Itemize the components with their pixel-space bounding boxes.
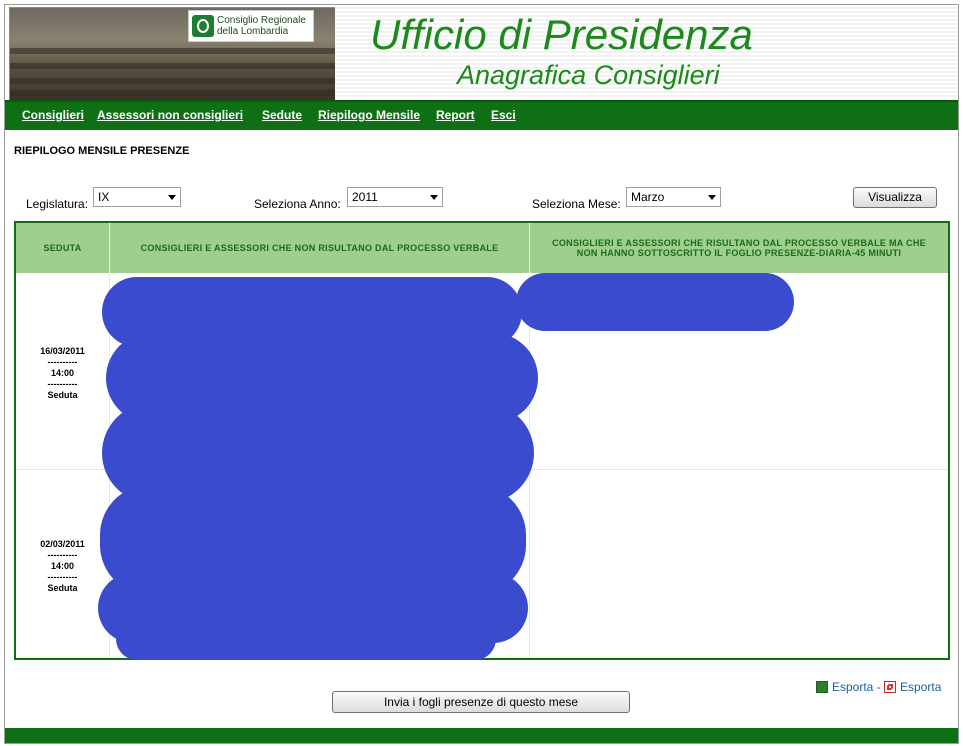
presence-table: SEDUTA CONSIGLIERI E ASSESSORI CHE NON R… [14, 221, 950, 660]
legislatura-value: IX [98, 190, 110, 204]
pdf-icon[interactable] [884, 681, 897, 693]
excel-icon[interactable] [816, 681, 828, 693]
chevron-down-icon [708, 195, 716, 200]
chevron-down-icon [430, 195, 438, 200]
nav-esci[interactable]: Esci [491, 108, 516, 122]
footer-bar [5, 728, 958, 743]
nav-riepilogo-mensile[interactable]: Riepilogo Mensile [318, 108, 420, 122]
redacted-area [516, 273, 794, 331]
legislatura-select[interactable]: IX [93, 187, 181, 207]
seduta-date: 16/03/2011 [40, 346, 85, 356]
mese-select[interactable]: Marzo [626, 187, 721, 207]
rosa-camuna-icon [192, 15, 214, 37]
nav-assessori-non-consiglieri[interactable]: Assessori non consiglieri [97, 108, 243, 122]
visualizza-button[interactable]: Visualizza [853, 187, 937, 208]
export-separator: - [876, 680, 881, 694]
seduta-cell[interactable]: 16/03/2011 ---------- 14:00 ---------- S… [16, 346, 109, 401]
seduta-cell[interactable]: 02/03/2011 ---------- 14:00 ---------- S… [16, 539, 109, 594]
section-title: RIEPILOGO MENSILE PRESENZE [14, 145, 190, 157]
logo-line2: della Lombardia [217, 26, 289, 37]
seduta-type: Seduta [47, 390, 78, 400]
legislatura-label: Legislatura: [26, 197, 89, 211]
anno-value: 2011 [352, 190, 378, 204]
main-nav: Consiglieri Assessori non consiglieri Se… [5, 100, 958, 130]
anno-label: Seleziona Anno: [254, 197, 341, 211]
seduta-time: 14:00 [50, 561, 75, 571]
export-pdf-link[interactable]: Esporta [900, 680, 941, 694]
seduta-date: 02/03/2011 [40, 539, 85, 549]
separator: ---------- [47, 379, 78, 389]
seduta-time: 14:00 [50, 368, 75, 378]
separator: ---------- [47, 357, 78, 367]
logo-line1: Consiglio Regionale [217, 15, 306, 26]
page-subtitle: Anagrafica Consiglieri [457, 60, 720, 90]
separator: ---------- [47, 550, 78, 560]
col-non-risultano-header: CONSIGLIERI E ASSESSORI CHE NON RISULTAN… [110, 223, 529, 273]
col-seduta-header: SEDUTA [16, 223, 109, 273]
mese-label: Seleziona Mese: [532, 197, 621, 211]
chevron-down-icon [168, 195, 176, 200]
nav-report[interactable]: Report [436, 108, 475, 122]
mese-value: Marzo [631, 190, 665, 204]
seduta-type: Seduta [47, 583, 78, 593]
app-window: Consiglio Regionale della Lombardia Uffi… [4, 4, 959, 744]
redacted-area [116, 618, 496, 660]
anno-select[interactable]: 2011 [347, 187, 443, 207]
header-banner: Consiglio Regionale della Lombardia Uffi… [5, 5, 958, 101]
filter-bar: Legislatura: IX Seleziona Anno: 2011 Sel… [5, 185, 958, 213]
nav-consiglieri[interactable]: Consiglieri [22, 108, 84, 122]
export-links: Esporta - Esporta [816, 680, 941, 694]
separator: ---------- [47, 572, 78, 582]
send-sheets-button[interactable]: Invia i fogli presenze di questo mese [332, 691, 630, 713]
nav-sedute[interactable]: Sedute [262, 108, 302, 122]
export-excel-link[interactable]: Esporta [832, 680, 873, 694]
regional-council-logo: Consiglio Regionale della Lombardia [188, 10, 314, 42]
council-chamber-photo: Consiglio Regionale della Lombardia [9, 7, 337, 101]
col-non-sottoscritto-header: CONSIGLIERI E ASSESSORI CHE RISULTANO DA… [530, 223, 948, 273]
page-main-title: Ufficio di Presidenza [370, 11, 753, 58]
